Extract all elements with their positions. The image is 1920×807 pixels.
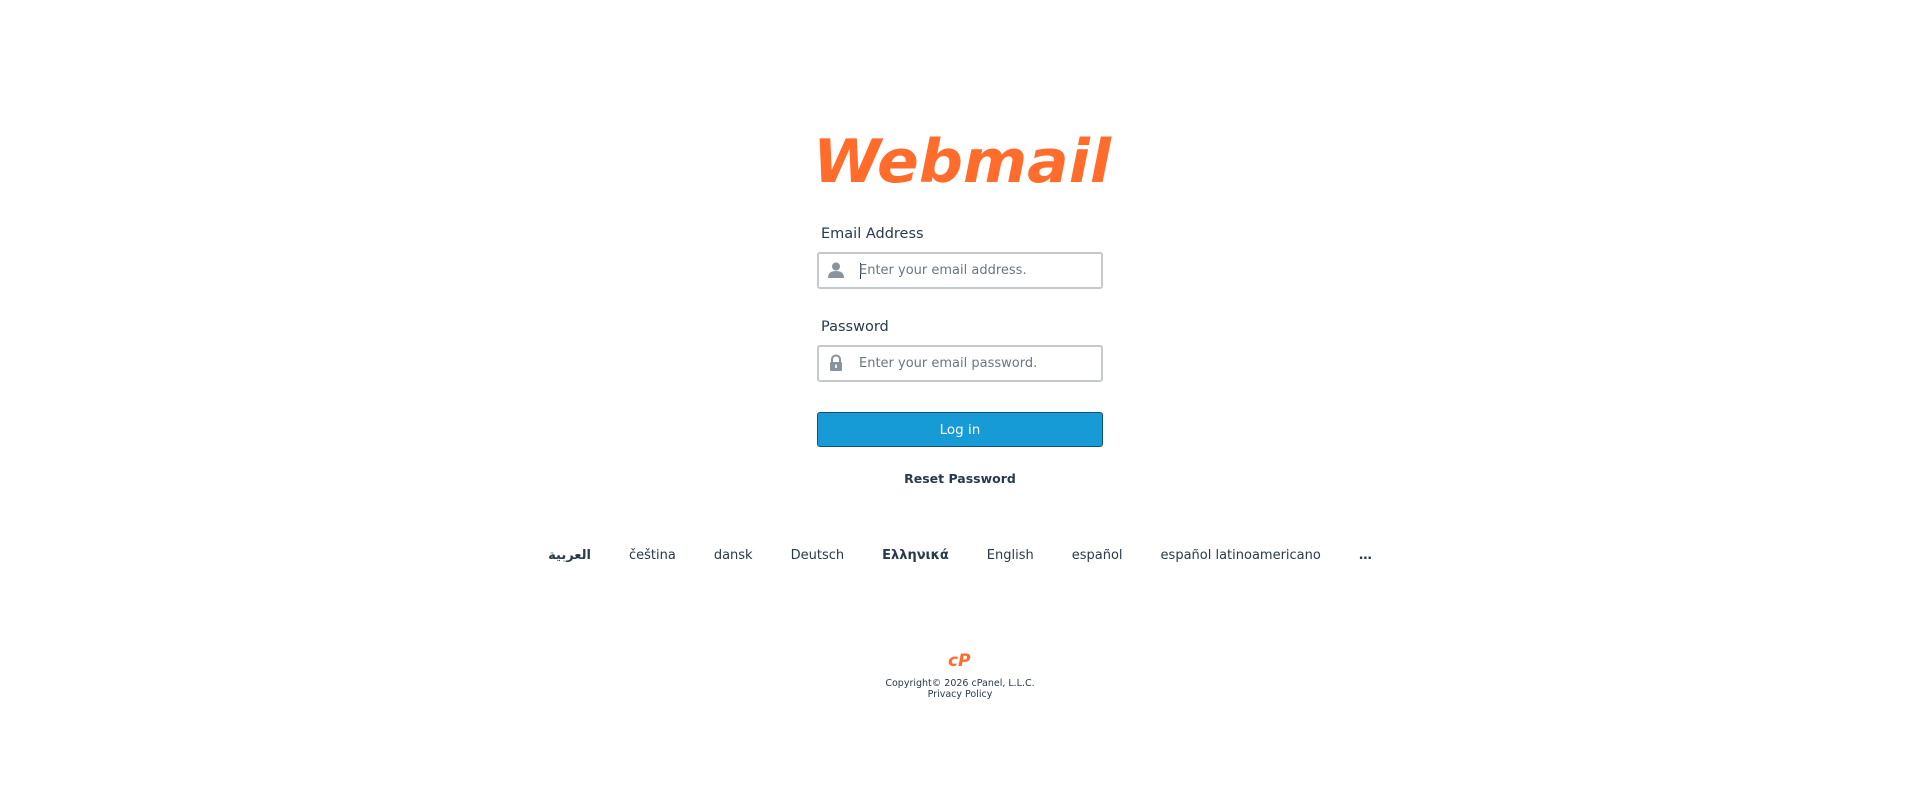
cpanel-logo: cP	[947, 650, 973, 671]
lang-danish[interactable]: dansk	[714, 548, 753, 563]
lang-czech[interactable]: čeština	[629, 548, 676, 563]
password-label: Password	[821, 319, 889, 335]
footer: cP Copyright© 2026 cPanel, L.L.C. Privac…	[810, 650, 1110, 700]
more-languages-button[interactable]: …	[1359, 548, 1372, 563]
password-block: Password	[817, 317, 1103, 382]
lang-spanish[interactable]: español	[1072, 548, 1123, 563]
login-form: Email Address Password	[817, 224, 1103, 486]
email-input-group	[817, 252, 1103, 289]
password-input[interactable]	[859, 347, 1093, 380]
password-input-group	[817, 345, 1103, 382]
lang-english[interactable]: English	[987, 548, 1034, 563]
privacy-policy-link[interactable]: Privacy Policy	[810, 689, 1110, 700]
user-icon	[827, 261, 845, 279]
email-label: Email Address	[821, 226, 924, 242]
copyright-text: Copyright© 2026 cPanel, L.L.C.	[885, 678, 1035, 689]
login-page: Webmail Email Address Password	[0, 0, 1920, 807]
reset-password-link[interactable]: Reset Password	[817, 471, 1103, 486]
language-selector: العربية čeština dansk Deutsch Ελληνικά E…	[548, 543, 1372, 567]
lang-german[interactable]: Deutsch	[791, 548, 845, 563]
logo-text: Webmail	[813, 128, 1112, 190]
login-button[interactable]: Log in	[817, 412, 1103, 447]
lock-icon	[827, 354, 845, 372]
email-input[interactable]	[859, 254, 1093, 287]
cpanel-logo-text: cP	[948, 651, 971, 670]
lang-spanish-latam[interactable]: español latinoamericano	[1161, 548, 1321, 563]
lang-arabic[interactable]: العربية	[548, 548, 591, 563]
webmail-logo: Webmail	[811, 128, 1116, 190]
lang-greek[interactable]: Ελληνικά	[882, 548, 949, 563]
